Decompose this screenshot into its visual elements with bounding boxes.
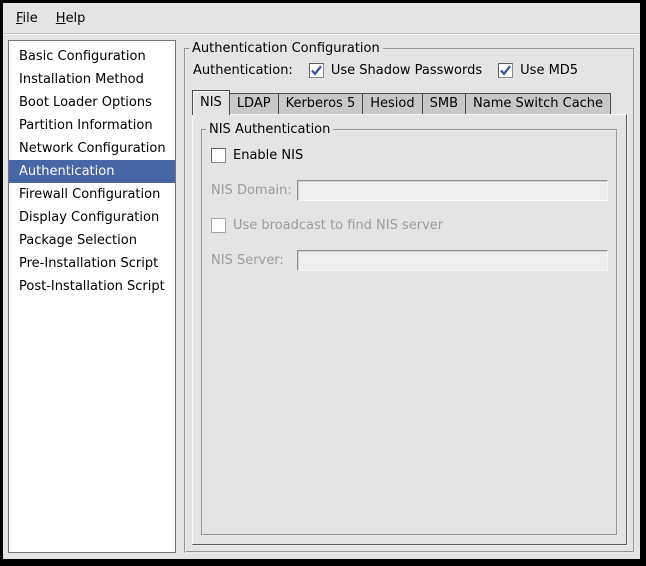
nis-server-input bbox=[297, 250, 608, 271]
nis-server-row: NIS Server: bbox=[211, 250, 608, 271]
tab-smb[interactable]: SMB bbox=[422, 93, 466, 114]
authentication-label: Authentication: bbox=[193, 63, 293, 78]
use-broadcast-checkbox: Use broadcast to find NIS server bbox=[211, 218, 443, 233]
section-list[interactable]: Basic Configuration Installation Method … bbox=[8, 40, 176, 553]
nis-domain-label: NIS Domain: bbox=[211, 183, 297, 198]
sidebar-item-basic-configuration[interactable]: Basic Configuration bbox=[9, 45, 175, 68]
tab-strip: NIS LDAP Kerberos 5 Hesiod SMB Name Swit… bbox=[192, 90, 627, 114]
sidebar-item-package-selection[interactable]: Package Selection bbox=[9, 229, 175, 252]
use-md5-checkbox[interactable]: Use MD5 bbox=[498, 63, 578, 78]
sidebar-item-pre-installation-script[interactable]: Pre-Installation Script bbox=[9, 252, 175, 275]
sidebar-item-authentication[interactable]: Authentication bbox=[9, 160, 175, 183]
checkbox-icon bbox=[211, 218, 226, 233]
authentication-configuration-frame: Authentication Configuration Authenticat… bbox=[184, 48, 635, 553]
sidebar-item-partition-information[interactable]: Partition Information bbox=[9, 114, 175, 137]
sidebar-item-firewall-configuration[interactable]: Firewall Configuration bbox=[9, 183, 175, 206]
menu-file[interactable]: File bbox=[7, 8, 47, 29]
use-md5-label: Use MD5 bbox=[520, 63, 578, 78]
sidebar-item-network-configuration[interactable]: Network Configuration bbox=[9, 137, 175, 160]
checkbox-icon bbox=[498, 63, 513, 78]
tab-kerberos-5[interactable]: Kerberos 5 bbox=[278, 93, 364, 114]
check-icon bbox=[499, 64, 512, 77]
app-window: File Help Basic Configuration Installati… bbox=[0, 0, 646, 566]
use-shadow-passwords-checkbox[interactable]: Use Shadow Passwords bbox=[309, 63, 482, 78]
enable-nis-label: Enable NIS bbox=[233, 148, 303, 163]
use-broadcast-label: Use broadcast to find NIS server bbox=[233, 218, 443, 233]
window-body: File Help Basic Configuration Installati… bbox=[3, 3, 640, 559]
tab-ldap[interactable]: LDAP bbox=[229, 93, 279, 114]
nis-domain-row: NIS Domain: bbox=[211, 180, 608, 201]
menu-help[interactable]: Help bbox=[47, 8, 95, 29]
frame-title: Authentication Configuration bbox=[189, 41, 383, 57]
use-shadow-passwords-label: Use Shadow Passwords bbox=[331, 63, 482, 78]
sidebar-item-boot-loader-options[interactable]: Boot Loader Options bbox=[9, 91, 175, 114]
main-content: Basic Configuration Installation Method … bbox=[3, 34, 640, 559]
auth-notebook: NIS LDAP Kerberos 5 Hesiod SMB Name Swit… bbox=[192, 90, 627, 545]
nis-domain-input bbox=[297, 180, 608, 201]
nis-authentication-frame: NIS Authentication Enable NIS bbox=[201, 129, 618, 536]
tab-name-switch-cache[interactable]: Name Switch Cache bbox=[465, 93, 611, 114]
sidebar-item-display-configuration[interactable]: Display Configuration bbox=[9, 206, 175, 229]
checkbox-icon bbox=[211, 148, 226, 163]
use-broadcast-row: Use broadcast to find NIS server bbox=[211, 218, 608, 237]
frame-title: NIS Authentication bbox=[206, 122, 333, 138]
enable-nis-row: Enable NIS bbox=[211, 148, 608, 167]
check-icon bbox=[310, 64, 323, 77]
checkbox-icon bbox=[309, 63, 324, 78]
sidebar-item-installation-method[interactable]: Installation Method bbox=[9, 68, 175, 91]
tab-nis[interactable]: NIS bbox=[192, 90, 230, 115]
tab-hesiod[interactable]: Hesiod bbox=[362, 93, 422, 114]
menubar: File Help bbox=[3, 3, 640, 34]
nis-tab-page: NIS Authentication Enable NIS bbox=[192, 114, 627, 545]
authentication-options-row: Authentication: Use Shadow Passwords bbox=[193, 63, 627, 78]
enable-nis-checkbox[interactable]: Enable NIS bbox=[211, 148, 303, 163]
sidebar-item-post-installation-script[interactable]: Post-Installation Script bbox=[9, 275, 175, 298]
nis-server-label: NIS Server: bbox=[211, 253, 297, 268]
